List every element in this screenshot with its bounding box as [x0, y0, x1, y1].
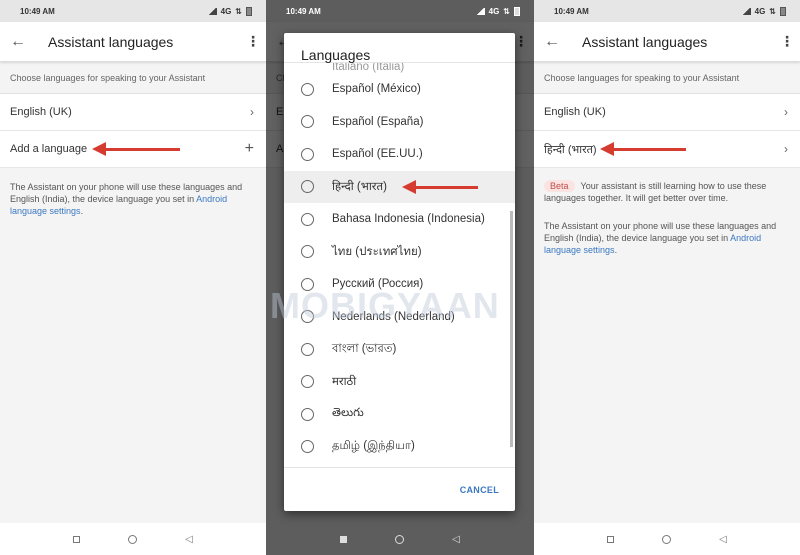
system-nav-bar: ◁	[0, 523, 266, 555]
phone-screen-left: 10:49 AM 4G ⇅ ← Assistant languages ⋮ Ch…	[0, 0, 266, 555]
radio-button[interactable]	[301, 407, 314, 421]
radio-button[interactable]	[301, 375, 314, 389]
scrollbar[interactable]	[510, 211, 513, 447]
status-bar: 10:49 AM 4G ⇅	[266, 0, 534, 22]
more-options-icon[interactable]: ⋮	[780, 33, 794, 50]
home-button[interactable]	[128, 534, 138, 544]
plus-icon: +	[244, 140, 254, 157]
chevron-right-icon: ›	[784, 142, 788, 156]
data-arrows-icon: ⇅	[235, 6, 242, 16]
home-button[interactable]	[395, 534, 405, 544]
language-row-english-uk[interactable]: English (UK) ›	[534, 94, 800, 131]
language-options-list: Italiano (Italia) Español (México) Españ…	[284, 63, 515, 467]
language-option[interactable]: Русский (Россия)	[284, 268, 515, 301]
nav-back-button[interactable]: ◁	[452, 534, 460, 545]
radio-button[interactable]	[301, 212, 314, 226]
dialog-title: Languages	[284, 33, 515, 63]
phone-screen-right: 10:49 AM 4G ⇅ ← Assistant languages ⋮ Ch…	[534, 0, 800, 555]
language-option[interactable]: Nederlands (Nederland)	[284, 301, 515, 334]
radio-button[interactable]	[301, 342, 314, 356]
recents-button[interactable]	[607, 535, 615, 543]
radio-button[interactable]	[301, 245, 314, 259]
languages-dialog: Languages Italiano (Italia) Español (Méx…	[284, 33, 515, 511]
language-option[interactable]: Español (España)	[284, 106, 515, 139]
language-option[interactable]: Español (México)	[284, 73, 515, 106]
signal-icon	[207, 7, 217, 15]
red-annotation-arrow	[600, 142, 686, 156]
language-option[interactable]: Bahasa Indonesia (Indonesia)	[284, 203, 515, 236]
network-type: 4G	[220, 6, 232, 16]
back-arrow-icon[interactable]: ←	[10, 33, 48, 51]
chevron-right-icon: ›	[250, 105, 254, 119]
back-arrow-icon[interactable]: ←	[544, 33, 582, 51]
radio-button[interactable]	[301, 310, 314, 324]
language-option[interactable]: मराठी	[284, 366, 515, 399]
info-text: The Assistant on your phone will use the…	[10, 182, 243, 216]
status-time: 10:49 AM	[554, 6, 589, 16]
battery-icon	[780, 6, 786, 16]
status-bar: 10:49 AM 4G ⇅	[0, 0, 266, 22]
nav-back-button[interactable]: ◁	[719, 534, 727, 545]
status-bar: 10:49 AM 4G ⇅	[534, 0, 800, 22]
language-option[interactable]: தமிழ் (இந்தியா)	[284, 431, 515, 464]
status-time: 10:49 AM	[286, 6, 321, 16]
app-bar: ← Assistant languages ⋮	[0, 22, 266, 62]
data-arrows-icon: ⇅	[769, 6, 776, 16]
language-option[interactable]: Español (EE.UU.)	[284, 138, 515, 171]
language-row-hindi[interactable]: हिन्दी (भारत) ›	[534, 131, 800, 168]
beta-badge: Beta	[544, 180, 575, 192]
row-label: English (UK)	[10, 106, 72, 118]
beta-notice: Beta Your assistant is still learning how…	[544, 180, 767, 203]
signal-icon	[741, 7, 751, 15]
system-nav-bar: ◁	[534, 523, 800, 555]
radio-button[interactable]	[301, 115, 314, 129]
more-options-icon[interactable]: ⋮	[246, 33, 260, 50]
add-language-row[interactable]: Add a language +	[0, 131, 266, 168]
chevron-right-icon: ›	[784, 105, 788, 119]
screenshot-collage: 10:49 AM 4G ⇅ ← Assistant languages ⋮ Ch…	[0, 0, 800, 555]
app-bar: ← Assistant languages ⋮	[534, 22, 800, 62]
dialog-footer: CANCEL	[284, 467, 515, 511]
red-annotation-arrow	[402, 179, 478, 194]
red-annotation-arrow	[92, 142, 180, 156]
page-title: Assistant languages	[48, 33, 174, 50]
language-option[interactable]: తెలుగు	[284, 398, 515, 431]
language-row-english-uk[interactable]: English (UK) ›	[0, 94, 266, 131]
language-option[interactable]: ไทย (ประเทศไทย)	[284, 236, 515, 269]
radio-button[interactable]	[301, 277, 314, 291]
radio-button[interactable]	[301, 147, 314, 161]
network-type: 4G	[754, 6, 766, 16]
battery-icon	[246, 6, 252, 16]
phone-screen-middle: 10:49 AM 4G ⇅ ← Assistant languages ⋮ Ch…	[266, 0, 534, 555]
nav-back-button[interactable]: ◁	[185, 534, 193, 545]
radio-button[interactable]	[301, 82, 314, 96]
subheader: Choose languages for speaking to your As…	[0, 62, 266, 94]
battery-icon	[514, 6, 520, 16]
recents-button[interactable]	[73, 535, 81, 543]
recents-button[interactable]	[340, 535, 348, 543]
info-text: The Assistant on your phone will use the…	[544, 221, 777, 255]
data-arrows-icon: ⇅	[503, 6, 510, 16]
system-nav-bar: ◁	[266, 523, 534, 555]
radio-button[interactable]	[301, 180, 314, 194]
language-option-hindi[interactable]: हिन्दी (भारत)	[284, 170, 515, 203]
language-option-partial[interactable]: Italiano (Italia)	[284, 63, 515, 73]
signal-icon	[475, 7, 485, 15]
network-type: 4G	[488, 6, 500, 16]
row-label: English (UK)	[544, 106, 606, 118]
home-button[interactable]	[662, 534, 672, 544]
cancel-button[interactable]: CANCEL	[460, 485, 499, 495]
radio-button[interactable]	[301, 440, 314, 454]
language-option[interactable]: বাংলা (ভারত)	[284, 333, 515, 366]
status-time: 10:49 AM	[20, 6, 55, 16]
page-title: Assistant languages	[582, 33, 708, 50]
subheader: Choose languages for speaking to your As…	[534, 62, 800, 94]
